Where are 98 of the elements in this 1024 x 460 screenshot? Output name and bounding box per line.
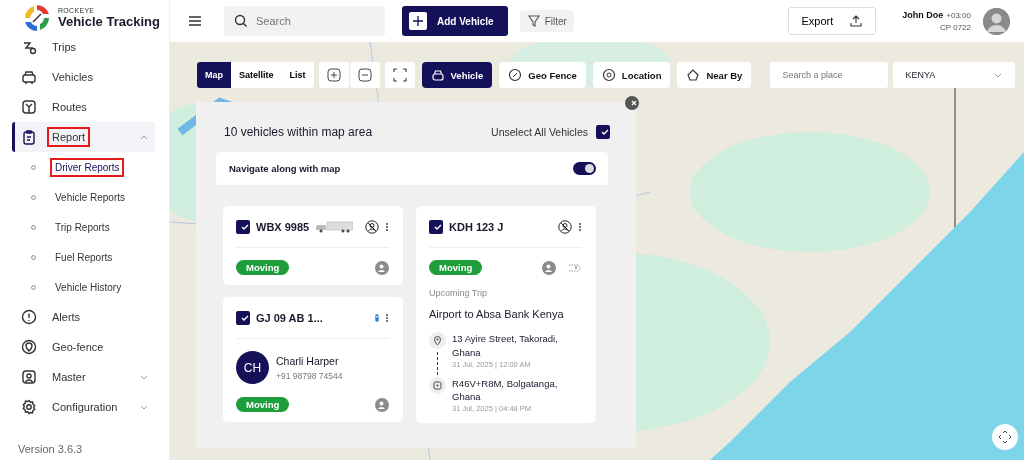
navigate-label: Navigate along with map [229,163,341,174]
sidebar-item[interactable]: Alerts [12,302,155,332]
clipboard-icon [21,129,37,145]
sidebar-item[interactable]: Master [12,362,155,392]
location-pin-icon [21,339,37,355]
driver-name: Charli Harper [276,354,340,367]
filter-button[interactable]: Filter [519,10,574,32]
zoom-in-button[interactable] [318,62,349,88]
car-icon [21,69,37,85]
sidebar-item[interactable]: Trips [12,32,155,62]
sidebar-item[interactable]: Geo-fence [12,332,155,362]
vehicle-card[interactable]: GJ 09 AB 1... CH Charli Harper +91 98798 74544 Moving [223,297,403,422]
toggle-switch[interactable] [573,162,596,175]
no-driver-icon [558,220,572,234]
checkbox[interactable] [596,125,610,139]
user-code: CP 0722 [940,23,971,32]
stop-address: R46V+R8M, Bolgatanga, Ghana [452,376,559,405]
panel-title: 10 vehicles within map area [224,125,373,139]
layer-button[interactable]: Near By [677,62,752,88]
bullet-icon [31,194,36,200]
checkbox[interactable] [429,220,443,234]
checkmark-icon [240,222,250,232]
fullscreen-icon [392,68,407,82]
sidebar-subitem[interactable]: Driver Reports [0,152,169,182]
export-button[interactable]: Export [788,7,877,35]
signpost-icon [21,99,37,115]
checkmark-icon [433,222,443,232]
place-search-field[interactable]: Search a place [770,62,889,88]
kebab-menu-icon[interactable] [578,222,582,232]
status-badge: Moving [429,260,483,275]
upload-icon [849,14,864,28]
bullet-icon [31,254,36,260]
logo-icon [22,3,52,33]
layer-button[interactable]: Location [592,62,671,88]
bullet-icon [31,284,36,290]
app-title: Vehicle Tracking [58,14,160,29]
layer-button[interactable]: Vehicle [421,62,493,88]
checkmark-icon [240,313,250,323]
funnel-icon [526,14,541,28]
vehicle-plate: WBX 9985 [256,221,310,233]
sidebar-subitem[interactable]: Vehicle History [0,272,169,302]
location-pin-icon [601,68,616,82]
truck-drawing [315,221,354,233]
bullet-icon [31,224,36,230]
menu-icon[interactable] [188,14,202,28]
assign-driver-icon[interactable] [375,260,389,275]
checkbox[interactable] [236,311,250,325]
status-badge: Moving [236,397,290,412]
checkbox[interactable] [236,220,250,234]
vehicle-plate: KDH 123 J [449,221,504,233]
add-vehicle-button[interactable]: Add Vehicle [402,6,508,36]
stop-address: 13 Ayire Street, Takoradi, Ghana [452,332,559,360]
recenter-icon [998,430,1012,444]
search-icon [234,14,248,28]
sidebar-item[interactable]: Configuration [12,392,155,422]
driver-avatar: CH [236,351,269,384]
user-icon [21,369,37,385]
trip-label: Upcoming Trip [429,288,489,298]
settings-icon [21,399,37,415]
close-icon [629,98,639,108]
sidebar-item[interactable]: Report [12,122,155,152]
zoom-out-button[interactable] [349,62,380,88]
no-driver-icon [365,220,379,234]
layer-button[interactable]: Geo Fence [499,62,586,88]
timezone-label: +03:00 [946,11,971,20]
checkmark-icon [600,127,610,137]
assign-driver-icon[interactable] [542,260,556,275]
route-icon [21,39,37,55]
view-tab[interactable]: Map [197,62,231,88]
unselect-all-label: Unselect All Vehicles [491,126,588,138]
sidebar-subitem[interactable]: Vehicle Reports [0,182,169,212]
location-pin-icon [429,332,446,349]
user-name: John Doe [902,10,944,20]
vehicle-card[interactable]: WBX 9985 Moving [223,206,403,285]
vehicle-plate: GJ 09 AB 1... [256,312,323,324]
bullet-icon [31,164,36,170]
search-field[interactable]: Search [224,6,385,36]
circle-icon [508,68,523,82]
assign-driver-icon[interactable] [375,397,389,412]
status-badge: Moving [236,260,290,275]
kebab-menu-icon[interactable] [385,222,389,232]
driver-phone: +91 98798 74544 [276,370,343,381]
sidebar-subitem[interactable]: Trip Reports [0,212,169,242]
fullscreen-button[interactable] [384,62,415,88]
sidebar-item[interactable]: Vehicles [12,62,155,92]
avatar-icon[interactable] [983,7,1010,35]
car-top-view-icon [375,313,379,323]
sidebar-subitem[interactable]: Fuel Reports [0,242,169,272]
sidebar-item[interactable]: Routes [12,92,155,122]
country-select[interactable]: KENYA [893,62,1016,88]
plus-icon [326,68,341,82]
version-label: Version 3.6.3 [17,443,84,457]
trip-title: Airport to Absa Bank Kenya [429,308,565,320]
kebab-menu-icon[interactable] [385,313,389,323]
plus-icon [411,14,425,28]
car-icon [430,68,445,82]
minus-icon [357,68,372,82]
alert-icon [21,309,37,325]
